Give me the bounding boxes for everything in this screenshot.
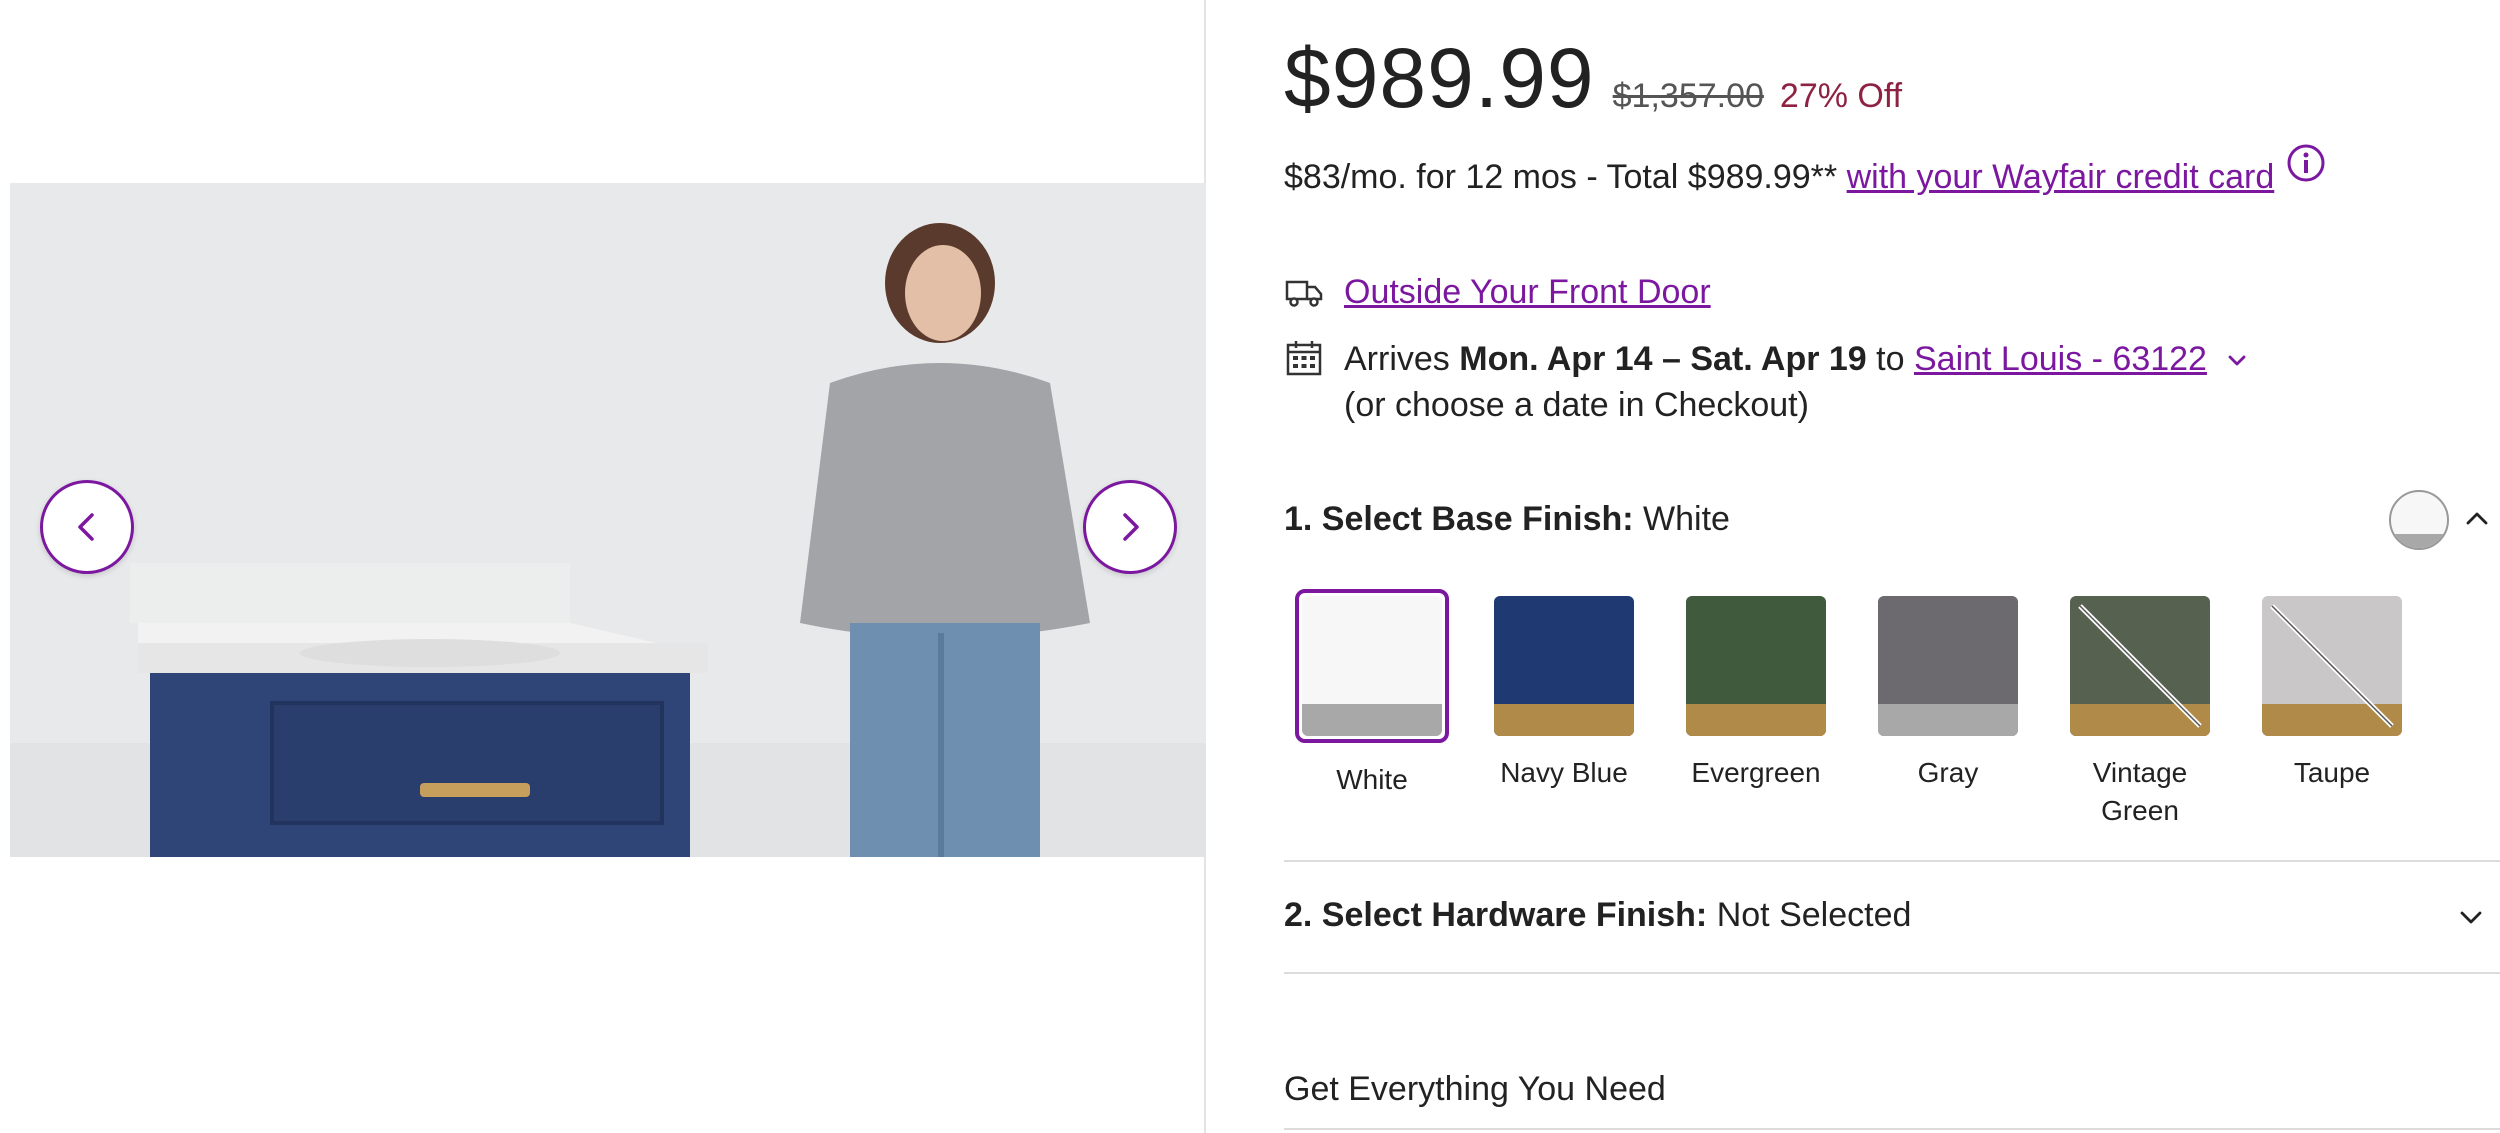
product-video[interactable] <box>10 183 1206 857</box>
unavailable-slash-icon <box>2270 604 2394 728</box>
chevron-down-icon[interactable] <box>2224 348 2250 374</box>
credit-card-link[interactable]: with your Wayfair credit card <box>1847 158 2275 197</box>
info-icon[interactable] <box>2286 143 2326 183</box>
shipping-method-row: Outside Your Front Door <box>1284 272 1711 312</box>
hardware-finish-header[interactable]: 2. Select Hardware Finish: Not Selected <box>1284 896 2500 935</box>
chevron-left-icon <box>78 513 94 541</box>
base-finish-title: 1. Select Base Finish: <box>1284 500 1634 538</box>
swatch-label: White <box>1336 764 1408 795</box>
get-everything-heading: Get Everything You Need <box>1284 1070 1666 1108</box>
calendar-icon <box>1286 341 1322 376</box>
swatch-evergreen[interactable]: Evergreen <box>1676 592 1836 792</box>
base-finish-header[interactable]: 1. Select Base Finish: White <box>1284 490 2500 550</box>
unavailable-slash-icon <box>2078 604 2202 728</box>
arrives-label: Arrives <box>1344 340 1450 378</box>
sale-price: $989.99 <box>1284 31 1595 125</box>
truck-icon <box>1285 280 1323 307</box>
hardware-finish-title: 2. Select Hardware Finish: <box>1284 896 1708 934</box>
arrival-dates: Mon. Apr 14 – Sat. Apr 19 <box>1459 340 1867 378</box>
divider <box>1284 972 2500 974</box>
arrival-row: Arrives Mon. Apr 14 – Sat. Apr 19 to Sai… <box>1284 336 2250 428</box>
swatch-taupe[interactable]: Taupe <box>2252 592 2412 792</box>
selected-finish-swatch <box>2389 490 2449 550</box>
hardware-finish-selected: Not Selected <box>1716 896 1912 934</box>
swatch-gray[interactable]: Gray <box>1868 592 2028 792</box>
next-media-button[interactable] <box>1083 480 1177 574</box>
swatch-label: Navy Blue <box>1500 757 1628 788</box>
divider <box>1284 860 2500 862</box>
base-finish-options: White Navy Blue Evergreen Gray Vintage G… <box>1292 589 2492 842</box>
swatch-label: Gray <box>1917 757 1979 788</box>
product-video-scene <box>10 183 1206 857</box>
base-finish-selected: White <box>1643 500 1730 538</box>
chevron-down-icon[interactable] <box>2456 902 2486 932</box>
swatch-navy-blue[interactable]: Navy Blue <box>1484 592 1644 792</box>
swatch-label: Taupe <box>2293 757 2371 788</box>
financing-row: $83/mo. for 12 mos - Total $989.99** wit… <box>1284 144 2326 197</box>
financing-text: $83/mo. for 12 mos - Total $989.99** <box>1284 158 1838 196</box>
to-label: to <box>1876 340 1905 378</box>
divider <box>1284 1128 2500 1130</box>
shipping-method-link[interactable]: Outside Your Front Door <box>1344 273 1711 312</box>
checkout-note: (or choose a date in Checkout) <box>1344 386 1809 424</box>
price-row: $989.99 $1,357.00 27% Off <box>1284 30 1902 127</box>
previous-media-button[interactable] <box>40 480 134 574</box>
swatch-white[interactable]: White <box>1292 589 1452 799</box>
swatch-label: Evergreen <box>1691 757 1821 788</box>
original-price: $1,357.00 <box>1612 77 1764 115</box>
media-gallery <box>0 0 1206 1133</box>
chevron-up-icon[interactable] <box>2462 504 2492 534</box>
product-info: $989.99 $1,357.00 27% Off $83/mo. for 12… <box>1284 0 2500 1133</box>
discount-badge: 27% Off <box>1779 77 1903 115</box>
swatch-label: Vintage Green <box>2092 757 2188 826</box>
swatch-vintage-green[interactable]: Vintage Green <box>2060 592 2220 830</box>
delivery-location-link[interactable]: Saint Louis - 63122 <box>1914 340 2207 378</box>
chevron-right-icon <box>1123 513 1139 541</box>
